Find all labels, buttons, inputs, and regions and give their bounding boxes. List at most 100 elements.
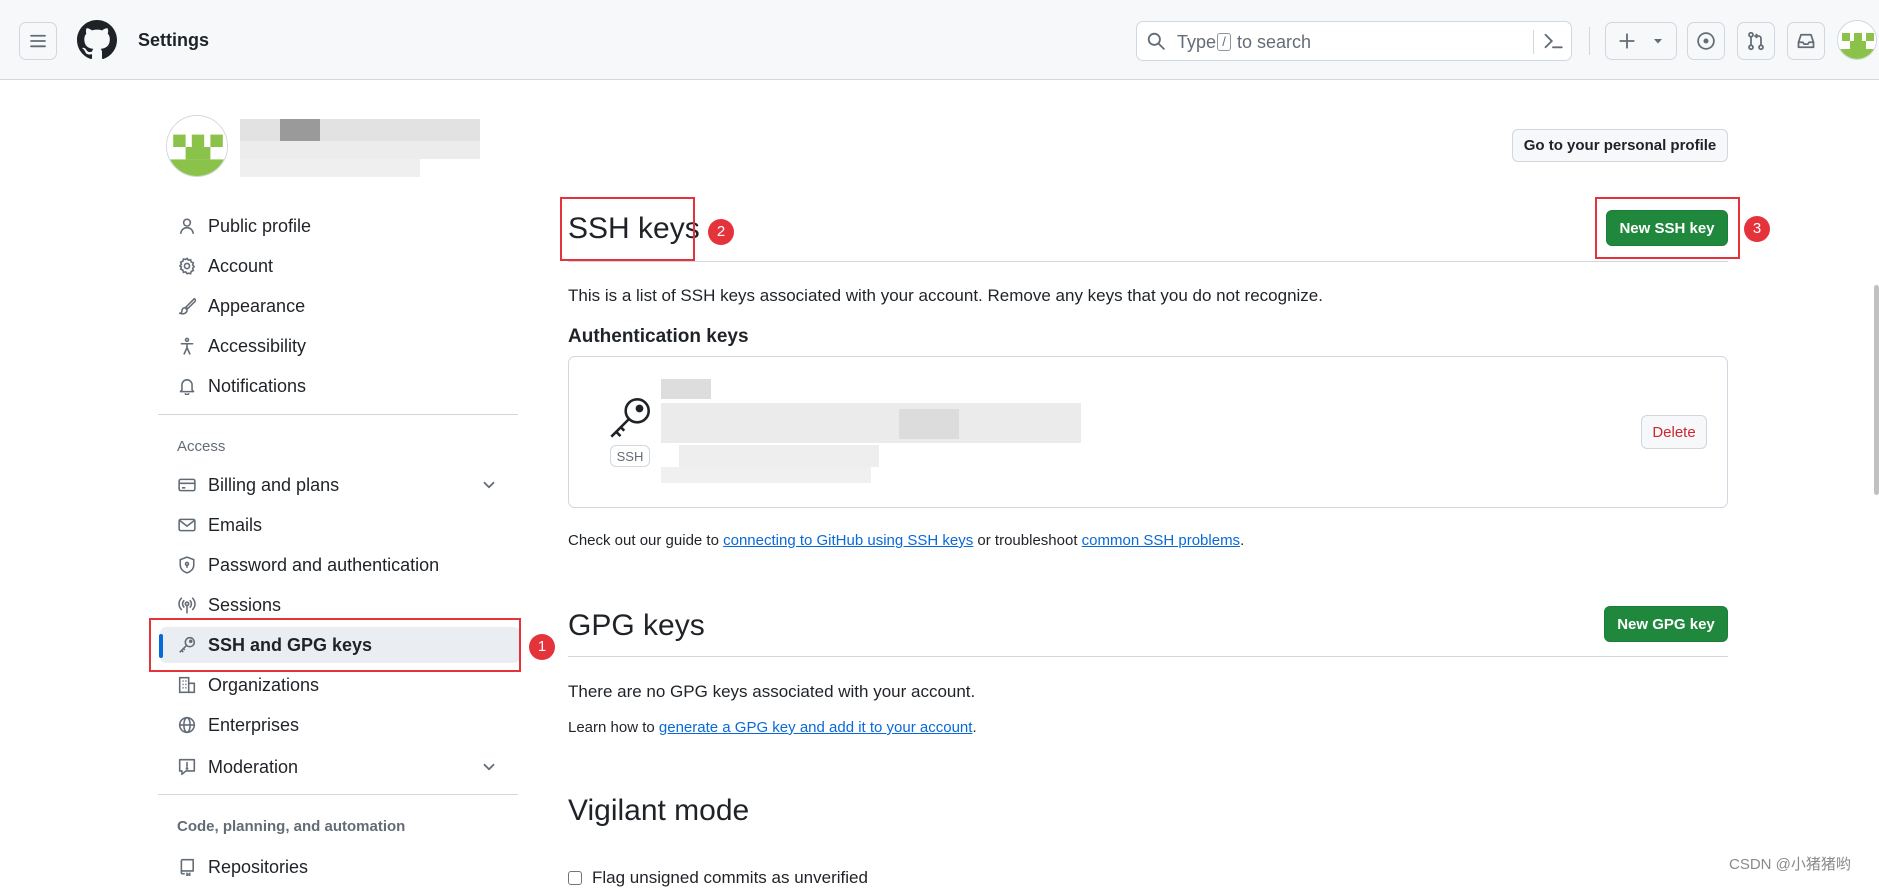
triangle-down-icon — [1654, 39, 1662, 44]
learn-end: . — [972, 719, 977, 736]
gear-icon — [178, 257, 196, 275]
search-input[interactable]: Type / to search — [1136, 21, 1572, 61]
ssh-key-entry: SSH Delete — [568, 356, 1728, 508]
sidebar-divider — [158, 414, 518, 415]
top-bar: Settings Type / to search — [0, 0, 1879, 80]
nav-public-profile[interactable]: Public profile — [160, 208, 520, 244]
nav-accessibility[interactable]: Accessibility — [160, 328, 520, 364]
search-divider — [1533, 30, 1534, 54]
delete-key-button[interactable]: Delete — [1641, 415, 1707, 449]
git-pull-request-icon — [1748, 31, 1764, 51]
search-placeholder-suffix: to search — [1237, 32, 1312, 52]
key-type-label: SSH — [610, 445, 650, 467]
watermark: CSDN @小猪猪哟 — [1729, 856, 1851, 873]
nav-label: Appearance — [208, 295, 306, 316]
nav-password-authentication[interactable]: Password and authentication — [160, 547, 520, 583]
chevron-down-icon[interactable] — [480, 476, 498, 494]
gpg-guide-link[interactable]: generate a GPG key and add it to your ac… — [659, 719, 973, 736]
person-icon — [180, 218, 194, 234]
guide-prefix: Check out our guide to — [568, 532, 719, 549]
flag-unsigned-commits-option[interactable]: Flag unsigned commits as unverified — [568, 868, 868, 888]
guide-middle: or troubleshoot — [977, 532, 1078, 549]
learn-prefix: Learn how to — [568, 719, 655, 736]
menu-button[interactable] — [19, 22, 57, 60]
annotation-box-2 — [560, 197, 695, 261]
inbox-button[interactable] — [1787, 22, 1825, 60]
ssh-guide-link[interactable]: connecting to GitHub using SSH keys — [723, 532, 973, 549]
nav-notifications[interactable]: Notifications — [160, 368, 520, 404]
annotation-badge-3: 3 — [1744, 216, 1770, 242]
nav-repositories[interactable]: Repositories — [160, 849, 520, 885]
mail-icon — [178, 518, 196, 532]
broadcast-icon — [178, 597, 196, 614]
go-to-profile-button[interactable]: Go to your personal profile — [1512, 129, 1728, 162]
hamburger-icon — [30, 34, 46, 48]
nav-label: Moderation — [208, 756, 299, 777]
nav-label: Sessions — [208, 594, 282, 615]
repo-icon — [180, 858, 194, 876]
ssh-guide-text: Check out our guide to connecting to Git… — [568, 532, 1244, 549]
nav-label: Notifications — [208, 375, 307, 396]
nav-account[interactable]: Account — [160, 248, 520, 284]
context-title: Settings — [138, 30, 210, 50]
access-heading: Access — [177, 438, 226, 455]
nav-label: Account — [208, 255, 274, 276]
pull-requests-button[interactable] — [1737, 22, 1775, 60]
new-gpg-key-button[interactable]: New GPG key — [1604, 606, 1728, 642]
create-new-button[interactable] — [1605, 22, 1677, 60]
organization-icon — [178, 676, 196, 694]
command-palette-icon[interactable] — [1543, 32, 1563, 50]
topbar-divider — [1589, 27, 1590, 55]
accessibility-icon — [180, 337, 194, 355]
annotation-badge-2: 2 — [708, 219, 734, 245]
nav-appearance[interactable]: Appearance — [160, 288, 520, 324]
nav-label: Organizations — [208, 674, 320, 695]
nav-enterprises[interactable]: Enterprises — [160, 707, 520, 743]
checkbox-label: Flag unsigned commits as unverified — [592, 868, 868, 887]
chevron-down-icon[interactable] — [480, 758, 498, 776]
search-shortcut-key: / — [1217, 33, 1231, 51]
nav-label: Public profile — [208, 215, 312, 236]
search-placeholder-prefix: Type — [1177, 32, 1217, 52]
credit-card-icon — [178, 478, 196, 492]
key-icon — [610, 398, 650, 438]
annotation-box-1 — [149, 618, 521, 672]
gpg-empty-message: There are no GPG keys associated with yo… — [568, 682, 976, 701]
nav-label: Accessibility — [208, 335, 307, 356]
nav-label: Billing and plans — [208, 474, 340, 495]
search-icon — [1147, 32, 1165, 50]
gpg-learn-text: Learn how to generate a GPG key and add … — [568, 719, 977, 736]
shield-lock-icon — [179, 556, 195, 574]
scrollbar[interactable] — [1874, 285, 1879, 495]
nav-label: Enterprises — [208, 714, 300, 735]
nav-moderation[interactable]: Moderation — [160, 749, 520, 785]
bell-icon — [179, 379, 195, 395]
report-icon — [178, 758, 196, 776]
annotation-box-3 — [1595, 197, 1740, 259]
inbox-icon — [1797, 33, 1815, 49]
section-divider — [568, 656, 1728, 657]
github-logo-icon[interactable] — [77, 20, 117, 60]
nav-label: Emails — [208, 514, 263, 535]
nav-label: Password and authentication — [208, 554, 440, 575]
nav-billing[interactable]: Billing and plans — [160, 467, 520, 503]
code-planning-heading: Code, planning, and automation — [177, 818, 406, 835]
nav-emails[interactable]: Emails — [160, 507, 520, 543]
annotation-badge-1: 1 — [529, 634, 555, 660]
globe-icon — [178, 716, 196, 734]
gpg-keys-title: GPG keys — [568, 609, 705, 642]
issues-button[interactable] — [1687, 22, 1725, 60]
sidebar-divider — [158, 794, 518, 795]
vigilant-mode-title: Vigilant mode — [568, 794, 750, 827]
authentication-keys-heading: Authentication keys — [568, 326, 749, 347]
nav-organizations[interactable]: Organizations — [160, 667, 520, 703]
section-divider — [568, 261, 1728, 262]
flag-unsigned-commits-checkbox[interactable] — [568, 871, 582, 885]
paintbrush-icon — [178, 297, 196, 315]
plus-icon — [1619, 33, 1635, 49]
issue-opened-icon — [1697, 32, 1715, 50]
profile-avatar — [166, 115, 228, 177]
nav-label: Repositories — [208, 856, 309, 877]
user-avatar[interactable] — [1837, 20, 1877, 60]
ssh-problems-link[interactable]: common SSH problems — [1082, 532, 1240, 549]
